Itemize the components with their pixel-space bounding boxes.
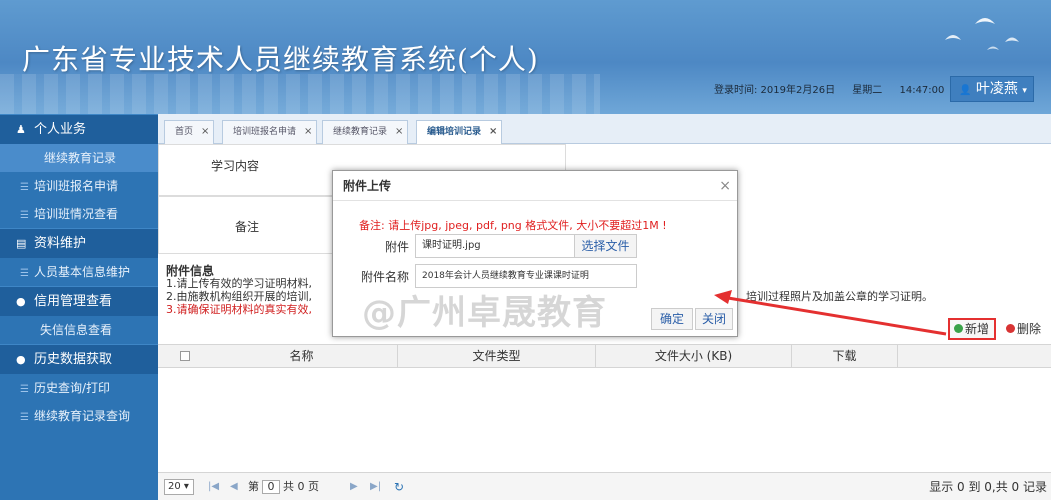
refresh-icon[interactable]: ↻ xyxy=(394,473,404,500)
doves-decoration xyxy=(945,18,1019,50)
column-header-type[interactable]: 文件类型 xyxy=(398,345,596,367)
study-content-label: 学习内容 xyxy=(210,159,259,173)
pin-icon: ● xyxy=(16,353,26,366)
page-indicator: 第0共 0 页 xyxy=(248,480,319,494)
pin-icon: ● xyxy=(16,295,26,308)
sidebar: ♟ 个人业务 继续教育记录 ☰ 培训班报名申请 ☰ 培训班情况查看 ▤ 资料维护 ☰ 人员… xyxy=(0,114,158,500)
user-icon: 👤 xyxy=(959,85,972,96)
watermark: @广州卓晟教育 xyxy=(362,293,607,333)
attachment-name-label: 附件名称 xyxy=(360,270,409,284)
record-summary: 显示 0 到 0,共 0 记录 xyxy=(929,480,1047,494)
close-icon[interactable]: × xyxy=(395,126,403,137)
user-icon: ♟ xyxy=(16,123,26,136)
first-page-icon[interactable]: |◀ xyxy=(208,473,219,500)
close-icon[interactable]: × xyxy=(489,126,497,137)
list-icon: ☰ xyxy=(20,182,29,193)
last-page-icon[interactable]: ▶| xyxy=(370,473,381,500)
user-menu-button[interactable]: 👤 叶凌燕 ▾ xyxy=(950,76,1034,102)
close-icon[interactable]: × xyxy=(719,171,731,201)
close-icon[interactable]: × xyxy=(304,126,312,137)
page-number-input[interactable]: 0 xyxy=(262,480,280,494)
add-button[interactable]: 新增 xyxy=(948,318,996,340)
close-icon[interactable]: × xyxy=(201,126,209,137)
plus-icon xyxy=(954,324,963,333)
book-icon: ▤ xyxy=(16,237,27,250)
caret-down-icon: ▾ xyxy=(1022,86,1027,96)
column-header-download[interactable]: 下载 xyxy=(792,345,898,367)
tab-training-apply[interactable]: 培训班报名申请 × xyxy=(222,120,318,144)
sidebar-group-profile[interactable]: ▤ 资料维护 xyxy=(0,228,158,258)
clock: 14:47:00 xyxy=(899,85,945,96)
pagination-bar: 20 ▾ |◀ ◀ 第0共 0 页 ▶ ▶| ↻ 显示 0 到 0,共 0 记录 xyxy=(158,472,1051,500)
app-header: 广东省专业技术人员继续教育系统(个人) 登录时间: 2019年2月26日 星期二… xyxy=(0,0,1051,114)
list-icon: ☰ xyxy=(20,210,29,221)
column-header-size[interactable]: 文件大小 (KB) xyxy=(596,345,792,367)
page-size-select[interactable]: 20 ▾ xyxy=(164,479,194,495)
select-all-checkbox[interactable] xyxy=(180,351,190,361)
sidebar-item-dishonesty[interactable]: 失信信息查看 xyxy=(0,316,158,344)
login-time: 登录时间: 2019年2月26日 xyxy=(714,85,836,96)
list-icon: ☰ xyxy=(20,412,29,423)
delete-button[interactable]: 删除 xyxy=(1006,320,1041,338)
sidebar-item-training-status[interactable]: ☰ 培训班情况查看 xyxy=(0,200,158,228)
skyline-decoration xyxy=(0,74,600,114)
list-icon: ☰ xyxy=(20,384,29,395)
annotation-arrow xyxy=(714,290,947,336)
minus-icon xyxy=(1006,324,1015,333)
sidebar-item-basic-info[interactable]: ☰ 人员基本信息维护 xyxy=(0,258,158,286)
tab-edit-training-record[interactable]: 编辑培训记录 × xyxy=(416,120,503,144)
sidebar-item-training-apply[interactable]: ☰ 培训班报名申请 xyxy=(0,172,158,200)
tab-continuing-records[interactable]: 继续教育记录 × xyxy=(322,120,409,144)
login-info: 登录时间: 2019年2月26日 星期二 14:47:00 xyxy=(714,81,958,96)
dialog-title: 附件上传 xyxy=(333,171,737,201)
sidebar-item-continuing-records[interactable]: 继续教育记录 xyxy=(0,144,158,172)
sidebar-item-history-print[interactable]: ☰ 历史查询/打印 xyxy=(0,374,158,402)
tab-home[interactable]: 首页 × xyxy=(164,120,215,144)
upload-warning: 备注: 请上传jpg, jpeg, pdf, png 格式文件, 大小不要超过1… xyxy=(359,219,667,232)
sidebar-group-history[interactable]: ● 历史数据获取 xyxy=(0,344,158,374)
next-page-icon[interactable]: ▶ xyxy=(350,473,358,500)
choose-file-button[interactable]: 选择文件 xyxy=(574,234,637,258)
file-label: 附件 xyxy=(384,240,409,254)
remark-label: 备注 xyxy=(234,220,259,234)
sidebar-group-personal[interactable]: ♟ 个人业务 xyxy=(0,114,158,144)
column-header-name[interactable]: 名称 xyxy=(206,345,398,367)
list-icon: ☰ xyxy=(20,268,29,279)
sidebar-group-credit[interactable]: ● 信用管理查看 xyxy=(0,286,158,316)
weekday: 星期二 xyxy=(852,85,883,96)
user-name: 叶凌燕 xyxy=(975,81,1018,97)
attachments-table-header: 名称 文件类型 文件大小 (KB) 下载 xyxy=(158,344,1051,368)
prev-page-icon[interactable]: ◀ xyxy=(230,473,238,500)
file-path-field[interactable]: 课时证明.jpg xyxy=(415,234,575,258)
sidebar-item-record-query[interactable]: ☰ 继续教育记录查询 xyxy=(0,402,158,430)
tab-bar: 首页 × 培训班报名申请 × 继续教育记录 × 编辑培训记录 × xyxy=(158,114,1051,144)
confirm-button[interactable]: 确定 xyxy=(651,308,693,330)
app-title: 广东省专业技术人员继续教育系统(个人) xyxy=(22,43,539,76)
